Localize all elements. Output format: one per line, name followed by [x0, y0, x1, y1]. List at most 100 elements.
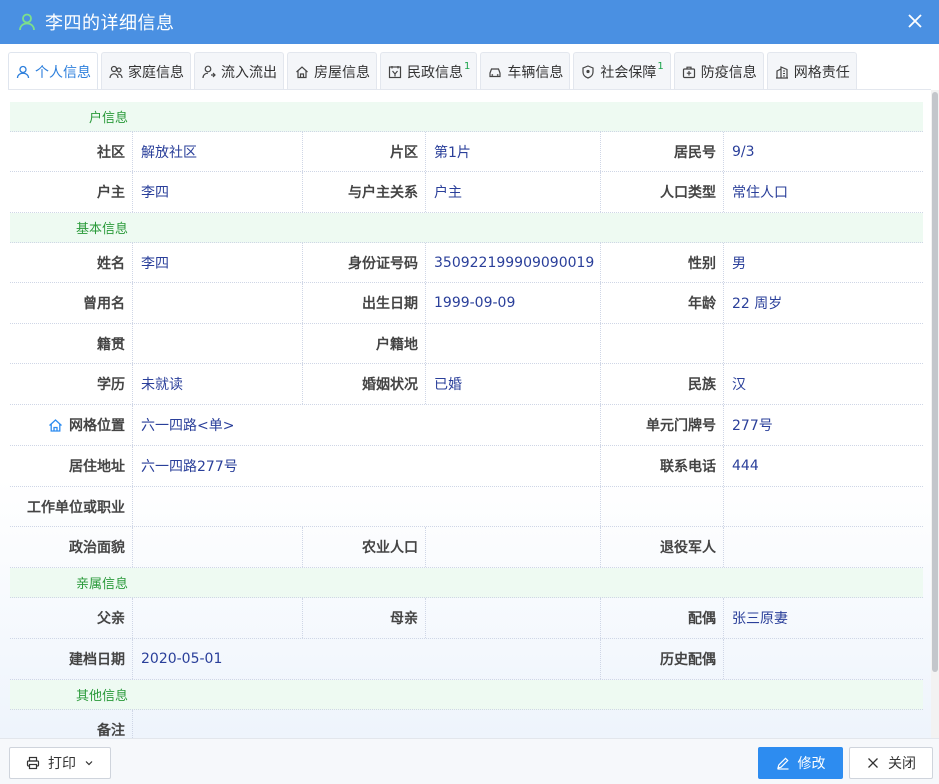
tab-personal-info[interactable]: 个人信息 [8, 52, 98, 90]
remark-value [132, 710, 923, 738]
section-title: 其他信息 [75, 689, 128, 704]
veteran-value [723, 527, 923, 567]
table-row: 曾用名 出生日期 1999-09-09 年龄 22 周岁 [10, 283, 923, 324]
field-label: 居民号 [674, 144, 716, 161]
field-label: 单元门牌号 [646, 418, 716, 434]
tab-epidemic-info[interactable]: 防疫信息 [673, 52, 764, 90]
section-title: 户信息 [88, 111, 128, 126]
table-row: 网格位置 六一四路<单> 单元门牌号 277号 [10, 405, 923, 446]
tab-label: 社会保障 [600, 64, 657, 81]
field-label: 建档日期 [69, 652, 125, 668]
field-label: 政治面貌 [69, 540, 125, 556]
education-value: 未就读 [132, 364, 303, 404]
field-label: 姓名 [97, 255, 125, 272]
tab-family-info[interactable]: 家庭信息 [101, 52, 191, 90]
table-row: 社区 解放社区 片区 第1片 居民号 9/3 [10, 132, 923, 172]
field-label: 工作单位或职业 [27, 499, 125, 516]
table-row: 建档日期 2020-05-01 历史配偶 [10, 639, 923, 680]
tab-vehicle-info[interactable]: 车辆信息 [480, 52, 571, 90]
tab-label: 民政信息 [407, 64, 463, 81]
id-no-value: 350922199909090019 [425, 243, 601, 282]
pencil-icon [776, 757, 789, 770]
head-value: 李四 [132, 172, 303, 212]
tab-house-info[interactable]: 房屋信息 [287, 52, 377, 90]
section-household: 户信息 [10, 102, 923, 132]
empty-label [601, 487, 723, 526]
hist-spouse-value [723, 639, 923, 679]
field-label: 历史配偶 [660, 652, 716, 668]
ethnic-value: 汉 [723, 364, 923, 404]
table-row: 籍贯 户籍地 [10, 324, 923, 364]
tab-civil-info[interactable]: 民政信息 1 [380, 52, 478, 90]
close-icon[interactable] [905, 11, 925, 31]
field-label: 民族 [688, 377, 716, 393]
table-row: 工作单位或职业 [10, 487, 923, 527]
field-label: 人口类型 [660, 185, 716, 201]
field-label: 网格位置 [69, 418, 125, 434]
vertical-scrollbar[interactable] [931, 90, 939, 738]
table-row: 备注 [10, 710, 923, 738]
tab-badge: 1 [657, 61, 664, 72]
field-label: 父亲 [97, 611, 125, 627]
hukou-value [425, 324, 601, 363]
work-value [132, 487, 601, 526]
printer-icon [26, 756, 40, 770]
tab-label: 个人信息 [35, 64, 91, 81]
flow-icon [202, 65, 216, 78]
unit-no-value: 277号 [723, 405, 923, 445]
former-name-value [132, 283, 303, 323]
tab-badge: 1 [464, 61, 471, 72]
agri-value [425, 527, 601, 567]
edit-button[interactable]: 修改 [758, 747, 843, 779]
phone-value: 444 [723, 446, 923, 486]
home-icon[interactable] [48, 418, 63, 433]
marriage-value: 已婚 [425, 364, 601, 404]
tab-grid-duty[interactable]: 网格责任 [766, 52, 857, 90]
father-value [132, 598, 303, 638]
file-date-value: 2020-05-01 [132, 639, 601, 679]
table-row: 父亲 母亲 配偶 张三原妻 [10, 598, 923, 639]
scrollbar-thumb[interactable] [932, 92, 938, 672]
field-label: 配偶 [688, 611, 716, 627]
mother-value [425, 598, 601, 638]
gender-value: 男 [723, 243, 923, 282]
detail-panel[interactable]: 户信息 社区 解放社区 片区 第1片 居民号 9/3 户主 李四 与户主关系 户… [0, 90, 931, 738]
field-label: 年龄 [688, 296, 716, 312]
tab-social-security[interactable]: 社会保障 1 [573, 52, 671, 90]
district-value: 第1片 [425, 132, 601, 171]
dialog-titlebar: 李四的详细信息 [0, 0, 939, 44]
user-icon [19, 13, 35, 31]
print-label: 打印 [48, 756, 76, 772]
field-label: 学历 [97, 377, 125, 393]
community-value: 解放社区 [132, 132, 303, 171]
tab-flow[interactable]: 流入流出 [194, 52, 284, 90]
political-value [132, 527, 303, 567]
tab-label: 车辆信息 [507, 64, 564, 81]
field-label: 母亲 [390, 611, 418, 627]
field-label: 性别 [688, 255, 716, 272]
age-value: 22 周岁 [723, 283, 923, 323]
detail-grid: 户信息 社区 解放社区 片区 第1片 居民号 9/3 户主 李四 与户主关系 户… [10, 102, 923, 738]
section-other: 其他信息 [10, 680, 923, 710]
field-label: 备注 [97, 723, 125, 738]
field-label: 曾用名 [83, 296, 125, 312]
grid-location-label: 网格位置 [10, 405, 132, 445]
medkit-icon [682, 66, 695, 78]
field-label: 片区 [390, 144, 418, 161]
section-relatives: 亲属信息 [10, 568, 923, 598]
relation-value: 户主 [425, 172, 601, 212]
user-icon [16, 65, 30, 78]
field-label: 户主 [97, 185, 125, 201]
table-row: 姓名 李四 身份证号码 350922199909090019 性别 男 [10, 243, 923, 283]
family-icon [109, 65, 123, 78]
table-row: 户主 李四 与户主关系 户主 人口类型 常住人口 [10, 172, 923, 213]
empty-cell [723, 324, 923, 363]
tab-label: 家庭信息 [128, 64, 184, 81]
print-button[interactable]: 打印 [9, 747, 111, 779]
dialog-footer: 打印 修改 关闭 [0, 738, 939, 784]
close-icon [868, 758, 878, 768]
field-label: 婚姻状况 [362, 377, 418, 393]
table-row: 学历 未就读 婚姻状况 已婚 民族 汉 [10, 364, 923, 405]
section-basic: 基本信息 [10, 213, 923, 243]
close-button[interactable]: 关闭 [849, 747, 933, 779]
